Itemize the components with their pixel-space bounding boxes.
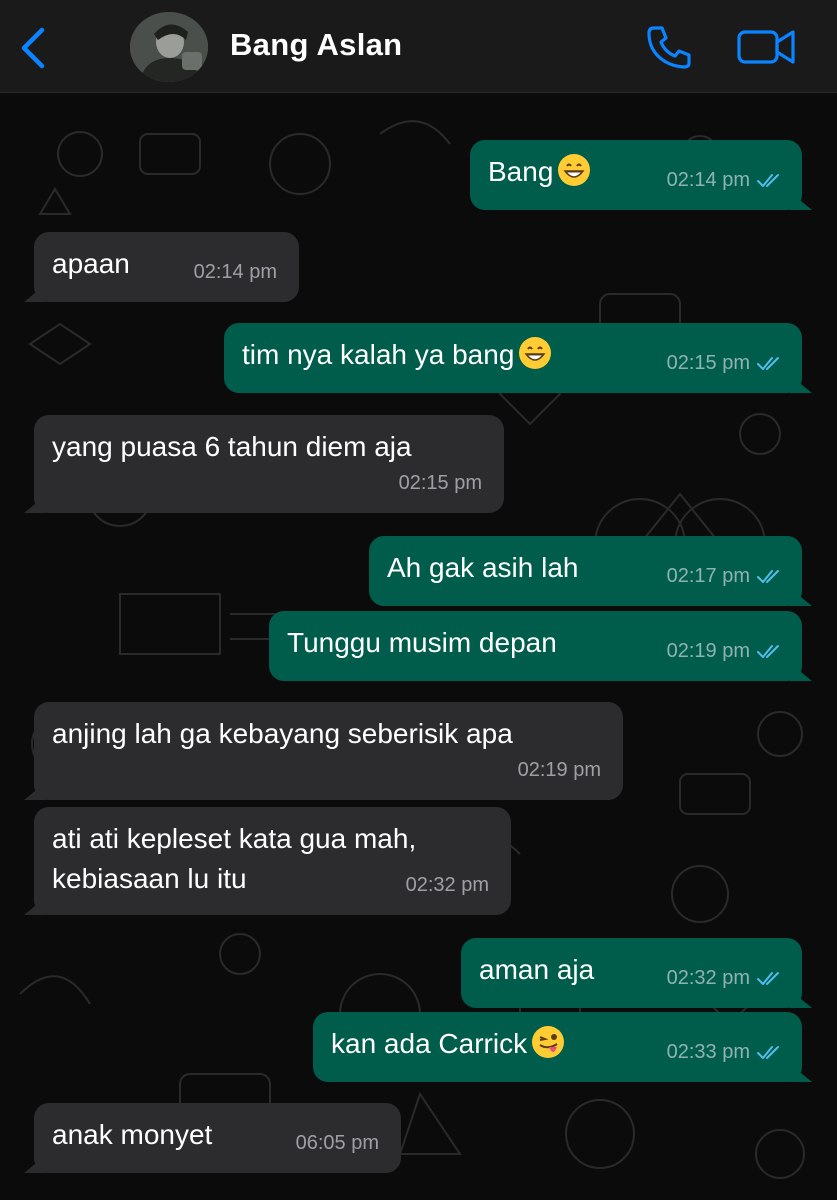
message-meta: 02:14 pm — [667, 160, 784, 200]
chevron-left-icon — [21, 27, 45, 69]
chat-header: Bang Aslan — [0, 0, 837, 93]
video-call-button[interactable] — [735, 24, 799, 68]
message-time: 02:15 pm — [398, 472, 482, 494]
message-text: anjing lah ga kebayang seberisik apa — [52, 718, 513, 749]
double-check-read-icon — [756, 970, 784, 986]
message-time: 02:32 pm — [405, 874, 489, 896]
message-text: kan ada Carrick — [331, 1028, 528, 1059]
incoming-message-bubble[interactable]: anjing lah ga kebayang seberisik apa 02:1… — [24, 702, 623, 800]
message-meta: 02:32 pm — [406, 865, 489, 905]
message-time: 06:05 pm — [295, 1132, 379, 1154]
outgoing-message-bubble[interactable]: Tunggu musim depan 02:19 pm — [269, 611, 812, 681]
grinning-face-emoji — [557, 153, 591, 187]
video-camera-icon — [737, 30, 795, 64]
message-time: 02:14 pm — [666, 169, 750, 191]
message-text: anak monyet — [52, 1119, 213, 1150]
message-time: 02:19 pm — [517, 759, 601, 781]
message-meta: 02:14 pm — [194, 252, 277, 292]
avatar-photo — [130, 12, 208, 82]
contact-name[interactable]: Bang Aslan — [230, 27, 402, 63]
message-text: yang puasa 6 tahun diem aja — [52, 431, 412, 462]
incoming-message-bubble[interactable]: ati ati kepleset kata gua mah, kebiasaan … — [24, 807, 511, 915]
message-meta: 02:15 pm — [399, 463, 482, 503]
message-meta: 02:32 pm — [667, 958, 784, 998]
message-time: 02:33 pm — [666, 1041, 750, 1063]
phone-icon — [647, 26, 691, 69]
message-meta: 02:19 pm — [667, 631, 784, 671]
message-time: 02:15 pm — [666, 352, 750, 374]
chat-area[interactable]: Bang 02:14 pm apaan 02:14 pm tim nya kalah y… — [0, 94, 837, 1200]
message-meta: 02:15 pm — [667, 343, 784, 383]
message-time: 02:17 pm — [666, 565, 750, 587]
message-text: aman aja — [479, 954, 595, 985]
message-text: Ah gak asih lah — [387, 552, 579, 583]
message-meta: 02:33 pm — [667, 1032, 784, 1072]
back-button[interactable] — [16, 26, 52, 70]
outgoing-message-bubble[interactable]: kan ada Carrick 02:33 pm — [313, 1012, 812, 1082]
message-time: 02:14 pm — [193, 261, 277, 283]
message-text: Tunggu musim depan — [287, 627, 557, 658]
double-check-read-icon — [756, 1044, 784, 1060]
grinning-face-emoji — [518, 336, 552, 370]
outgoing-message-bubble[interactable]: tim nya kalah ya bang 02:15 pm — [224, 323, 812, 393]
incoming-message-bubble[interactable]: apaan 02:14 pm — [24, 232, 299, 302]
message-meta: 02:19 pm — [518, 750, 601, 790]
double-check-read-icon — [756, 568, 784, 584]
voice-call-button[interactable] — [644, 22, 694, 72]
message-text: ati ati kepleset kata gua mah, — [52, 823, 417, 854]
winking-face-with-tongue-emoji — [531, 1025, 565, 1059]
incoming-message-bubble[interactable]: anak monyet 06:05 pm — [24, 1103, 401, 1173]
outgoing-message-bubble[interactable]: Bang 02:14 pm — [470, 140, 812, 210]
message-text: tim nya kalah ya bang — [242, 339, 515, 370]
outgoing-message-bubble[interactable]: aman aja 02:32 pm — [461, 938, 812, 1008]
message-meta: 02:17 pm — [667, 556, 784, 596]
double-check-read-icon — [756, 172, 784, 188]
message-meta: 06:05 pm — [296, 1123, 379, 1163]
double-check-read-icon — [756, 355, 784, 371]
contact-avatar[interactable] — [130, 12, 208, 82]
double-check-read-icon — [756, 643, 784, 659]
message-time: 02:19 pm — [666, 640, 750, 662]
outgoing-message-bubble[interactable]: Ah gak asih lah 02:17 pm — [369, 536, 812, 606]
message-text: Bang — [488, 156, 554, 187]
message-time: 02:32 pm — [666, 967, 750, 989]
incoming-message-bubble[interactable]: yang puasa 6 tahun diem aja 02:15 pm — [24, 415, 504, 513]
message-text: apaan — [52, 248, 130, 279]
